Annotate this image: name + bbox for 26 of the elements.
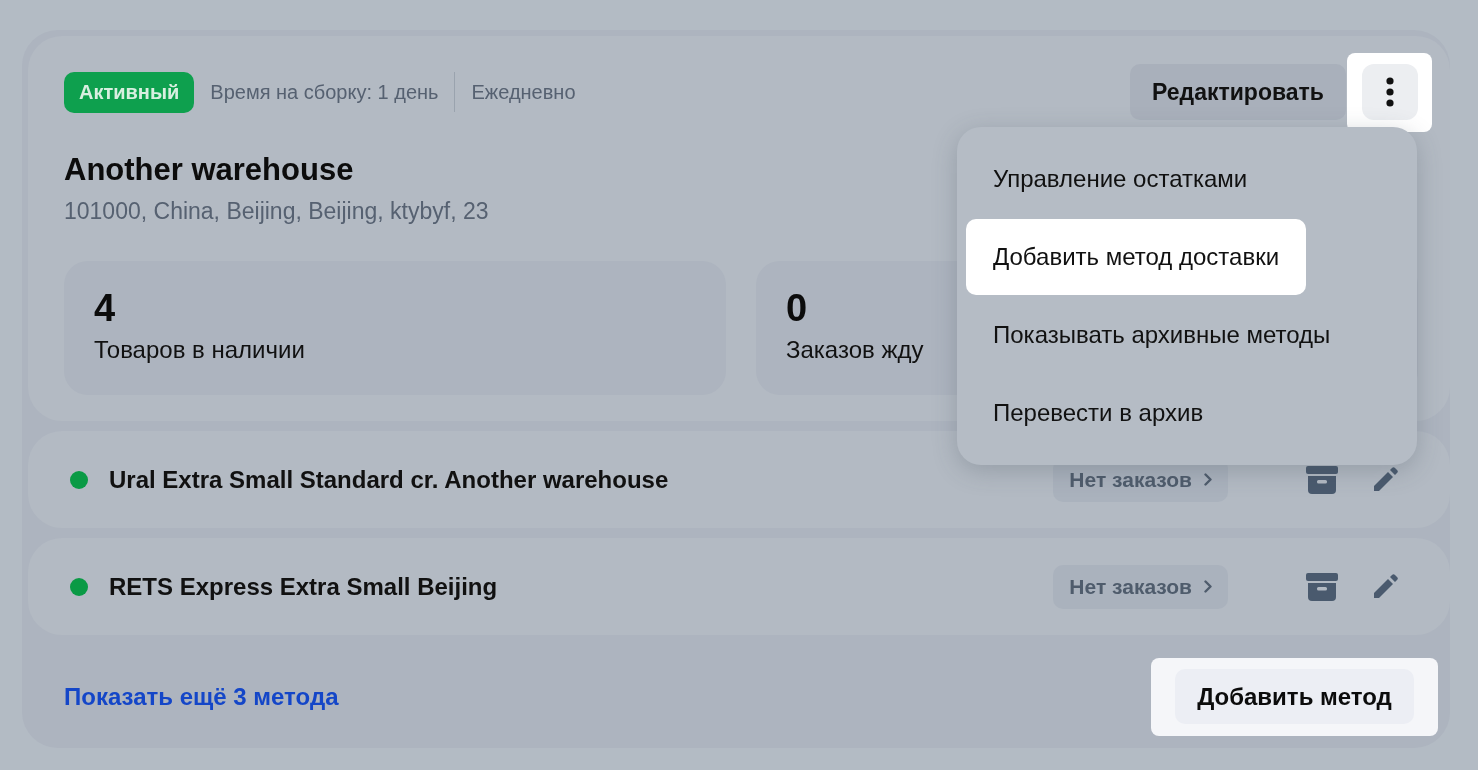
archive-icon[interactable] — [1306, 572, 1338, 601]
meta-text: Время на сборку: 1 день — [209, 80, 440, 105]
stat-label: Товаров в наличии — [94, 336, 305, 364]
add-method-button[interactable]: Добавить метод — [1175, 669, 1414, 724]
warehouse-address: 101000, China, Beijing, Beijing, ktybyf, 23 — [64, 198, 489, 225]
menu-item[interactable]: Управление остатками — [966, 141, 1275, 217]
archive-icon[interactable] — [1306, 465, 1338, 494]
chevron-right-icon — [1204, 473, 1212, 486]
menu-item[interactable]: Добавить метод доставки — [966, 219, 1307, 295]
more-button[interactable] — [1361, 64, 1418, 120]
status-badge: Активный — [64, 71, 195, 113]
warehouse-title: Another warehouse — [64, 152, 354, 188]
menu-item[interactable]: Показывать архивные методы — [966, 297, 1358, 373]
chevron-right-icon — [1204, 580, 1212, 593]
method-name: RETS Express Extra Small Beijing — [109, 572, 498, 601]
stat-value: 0 — [786, 287, 808, 330]
pencil-icon[interactable] — [1372, 573, 1398, 600]
edit-button[interactable]: Редактировать — [1130, 64, 1346, 120]
menu-item[interactable]: Перевести в архив — [966, 375, 1231, 451]
method-name: Ural Extra Small Standard cr. Another warehouse — [109, 465, 669, 494]
stat-label: Заказов жду — [786, 336, 924, 364]
more-icon — [1385, 77, 1394, 107]
pencil-icon[interactable] — [1372, 466, 1398, 493]
meta-text: Ежедневно — [454, 72, 592, 112]
stat-value: 4 — [94, 287, 116, 330]
show-more-link[interactable]: Показать ещё 3 метода — [64, 682, 339, 711]
